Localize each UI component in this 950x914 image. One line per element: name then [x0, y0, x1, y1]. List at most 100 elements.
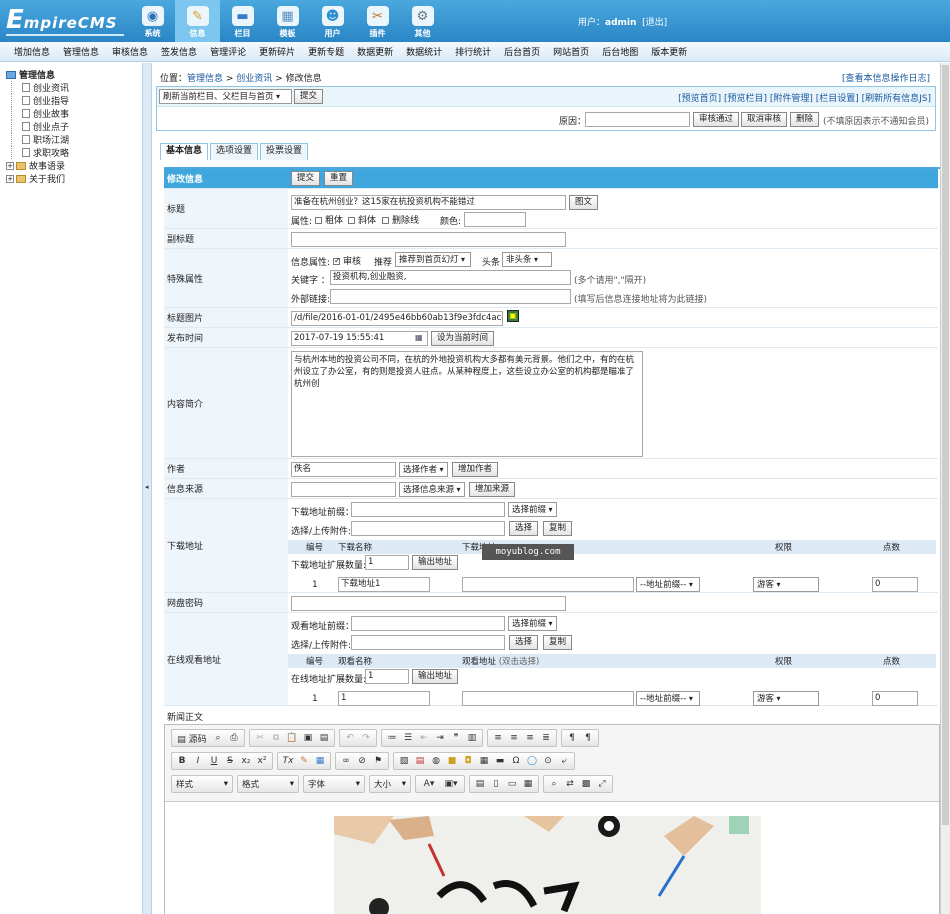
strike-icon[interactable]: S: [222, 756, 238, 766]
vertical-scrollbar[interactable]: [940, 63, 950, 914]
add-source-button[interactable]: 增加来源: [469, 482, 516, 497]
pagebreak-icon[interactable]: ⤶: [556, 756, 572, 766]
dl-upload-input[interactable]: [351, 521, 505, 536]
italic-option[interactable]: 斜体: [345, 213, 376, 226]
paste-text-icon[interactable]: ▣: [300, 733, 316, 743]
find-icon[interactable]: ⌕: [546, 779, 562, 789]
text-color-icon[interactable]: A▾: [418, 779, 440, 789]
tab-0[interactable]: 基本信息: [160, 143, 209, 160]
link-icon[interactable]: ∞: [338, 756, 354, 766]
bg-color-icon[interactable]: ▣▾: [440, 779, 462, 789]
unlink-icon[interactable]: ⊘: [354, 756, 370, 766]
format-dropdown[interactable]: 格式 ▾: [237, 775, 299, 793]
crumb-link-category[interactable]: 创业资讯: [236, 74, 272, 84]
flash-icon[interactable]: ▤: [412, 756, 428, 766]
file-icon[interactable]: ■: [444, 756, 460, 766]
ol-upload-input[interactable]: [351, 635, 505, 650]
collapse-arrow-icon[interactable]: ◂: [145, 483, 149, 491]
add-author-button[interactable]: 增加作者: [452, 462, 499, 477]
attach-icon[interactable]: ◘: [460, 756, 476, 766]
sidebar-splitter[interactable]: ◂: [142, 63, 152, 914]
redo-icon[interactable]: ↷: [358, 733, 374, 743]
author-input[interactable]: 佚名: [291, 462, 396, 477]
menu-item-0[interactable]: 增加信息: [14, 45, 50, 58]
ol-copy-button[interactable]: 复制: [543, 635, 573, 650]
ol-count-input[interactable]: 1: [365, 669, 409, 684]
align-justify-icon[interactable]: ≣: [538, 733, 554, 743]
set-now-button[interactable]: 设为当前时间: [431, 331, 495, 346]
tree-item[interactable]: 职场江湖: [11, 133, 142, 146]
replace-icon[interactable]: ⇄: [562, 779, 578, 789]
align-right-icon[interactable]: ≡: [522, 733, 538, 743]
bold-icon[interactable]: B: [174, 756, 190, 766]
image-icon[interactable]: ▧: [396, 756, 412, 766]
ol-prefix-select[interactable]: 选择前缀: [508, 616, 557, 631]
div-icon[interactable]: ▥: [464, 733, 480, 743]
refresh-submit-button[interactable]: 提交: [294, 89, 324, 104]
dl-prefix-select[interactable]: 选择前缀: [508, 502, 557, 517]
recommend-select[interactable]: 推荐到首页幻灯: [395, 252, 471, 267]
topnav-item-1[interactable]: ✎ 信息: [175, 0, 220, 42]
source-select[interactable]: 选择信息来源: [399, 482, 465, 497]
menu-item-10[interactable]: 后台首页: [504, 45, 540, 58]
special-char-icon[interactable]: Ω: [508, 756, 524, 766]
extlink-input[interactable]: [330, 289, 571, 304]
keyword-input[interactable]: 投资机构,创业融资,: [330, 270, 571, 285]
ordered-list-icon[interactable]: ≔: [384, 733, 400, 743]
ol-prefix-input[interactable]: [351, 616, 505, 631]
summary-textarea[interactable]: 与杭州本地的投资公司不同，在杭的外地投资机构大多都有美元背景。他们之中，有的在杭…: [291, 351, 643, 457]
tree-item[interactable]: 创业故事: [11, 107, 142, 120]
bold-option[interactable]: 粗体: [312, 213, 343, 226]
form-submit-button[interactable]: 提交: [291, 171, 321, 186]
unapprove-button[interactable]: 取消审核: [741, 112, 788, 127]
editor-canvas[interactable]: [165, 801, 939, 914]
menu-item-2[interactable]: 审核信息: [112, 45, 148, 58]
ltr-icon[interactable]: ¶: [564, 733, 580, 743]
topnav-item-0[interactable]: ◉ 系统: [130, 0, 175, 42]
strike-checkbox[interactable]: [382, 217, 389, 224]
rtl-icon[interactable]: ¶: [580, 733, 596, 743]
tree-folder[interactable]: + 关于我们: [6, 172, 142, 185]
dl-count-input[interactable]: 1: [365, 555, 409, 570]
media-icon[interactable]: ◍: [428, 756, 444, 766]
menu-item-5[interactable]: 更新碎片: [259, 45, 295, 58]
dl-row-url-input[interactable]: [462, 577, 634, 592]
audit-option[interactable]: 审核: [330, 254, 361, 267]
tree-root[interactable]: 管理信息: [6, 68, 142, 81]
paste-icon[interactable]: 📋: [284, 733, 300, 743]
dl-output-button[interactable]: 输出地址: [412, 555, 459, 570]
topnav-item-6[interactable]: ⚙ 其他: [400, 0, 445, 42]
topnav-item-4[interactable]: ☻ 用户: [310, 0, 355, 42]
dl-prefix-input[interactable]: [351, 502, 505, 517]
source-input[interactable]: [291, 482, 396, 497]
remove-format-icon[interactable]: Tx: [280, 756, 296, 766]
style-dropdown[interactable]: 样式 ▾: [171, 775, 233, 793]
outdent-icon[interactable]: ⇤: [416, 733, 432, 743]
about-icon[interactable]: ⊙: [540, 756, 556, 766]
show-blocks-icon[interactable]: ▭: [504, 779, 520, 789]
title-image-button[interactable]: 图文: [569, 195, 599, 210]
ol-row-prefix-select[interactable]: --地址前缀--: [636, 691, 700, 706]
pan-password-input[interactable]: [291, 596, 566, 611]
topnav-item-3[interactable]: ▦ 模板: [265, 0, 310, 42]
topnav-item-5[interactable]: ✂ 插件: [355, 0, 400, 42]
italic-checkbox[interactable]: [348, 217, 355, 224]
hr-icon[interactable]: ▬: [492, 756, 508, 766]
ol-output-button[interactable]: 输出地址: [412, 669, 459, 684]
expand-icon[interactable]: +: [6, 174, 14, 183]
menu-item-9[interactable]: 排行统计: [455, 45, 491, 58]
preview-icon[interactable]: ⌕: [210, 733, 226, 743]
emoticon-icon[interactable]: ◯: [524, 756, 540, 766]
tree-item[interactable]: 创业点子: [11, 120, 142, 133]
table-icon[interactable]: ▦: [476, 756, 492, 766]
indent-icon[interactable]: ⇥: [432, 733, 448, 743]
dl-row-perm-select[interactable]: 游客: [753, 577, 819, 592]
menu-item-8[interactable]: 数据统计: [406, 45, 442, 58]
cut-icon[interactable]: ✂: [252, 733, 268, 743]
align-left-icon[interactable]: ≡: [490, 733, 506, 743]
calendar-icon[interactable]: ▦: [415, 333, 423, 342]
tab-2[interactable]: 投票设置: [260, 143, 309, 160]
anchor-icon[interactable]: ⚑: [370, 756, 386, 766]
dl-row-points-input[interactable]: 0: [872, 577, 918, 592]
menu-item-6[interactable]: 更新专题: [308, 45, 344, 58]
